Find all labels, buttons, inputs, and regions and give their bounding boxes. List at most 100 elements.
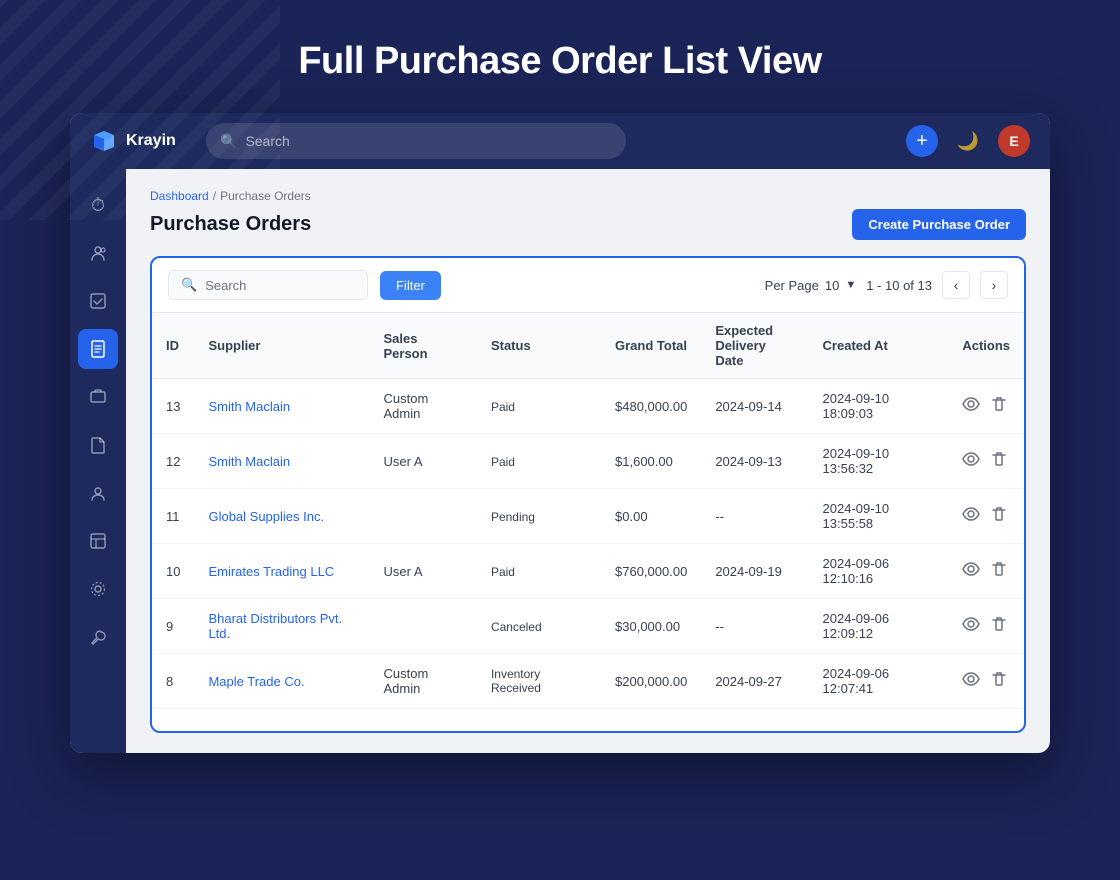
status-badge: Inventory Received <box>491 667 587 695</box>
cell-status: Canceled <box>477 599 601 654</box>
cell-created-at: 2024-09-06 12:10:16 <box>809 544 949 599</box>
col-id: ID <box>152 313 194 379</box>
view-icon[interactable] <box>962 395 980 418</box>
cell-id: 10 <box>152 544 194 599</box>
per-page-chevron-icon[interactable]: ▼ <box>845 279 856 291</box>
per-page-value: 10 <box>825 278 839 293</box>
sidebar-item-dashboard[interactable]: ⏱ <box>78 185 118 225</box>
delete-icon[interactable] <box>990 670 1008 693</box>
table-card: 🔍 Search Filter Per Page 10 ▼ 1 - 10 of … <box>150 256 1026 733</box>
delete-icon[interactable] <box>990 505 1008 528</box>
cell-actions <box>948 434 1024 489</box>
view-icon[interactable] <box>962 670 980 693</box>
status-badge: Paid <box>491 565 515 579</box>
table-search-bar[interactable]: 🔍 Search <box>168 270 368 300</box>
prev-page-button[interactable]: ‹ <box>942 271 970 299</box>
sidebar-item-contacts[interactable] <box>78 233 118 273</box>
cell-id: 9 <box>152 599 194 654</box>
col-actions: Actions <box>948 313 1024 379</box>
cell-expected-delivery: -- <box>701 489 808 544</box>
page-bg-title: Full Purchase Order List View <box>0 40 1120 83</box>
create-purchase-order-button[interactable]: Create Purchase Order <box>852 209 1026 240</box>
status-badge: Paid <box>491 400 515 414</box>
sidebar-item-tools[interactable] <box>78 617 118 657</box>
cell-id: 12 <box>152 434 194 489</box>
sidebar-item-tasks[interactable] <box>78 281 118 321</box>
cell-sales-person: User A <box>369 544 476 599</box>
page-title: Purchase Orders <box>150 213 311 236</box>
table-row: 9 Bharat Distributors Pvt. Ltd. Canceled… <box>152 599 1024 654</box>
cell-id: 8 <box>152 654 194 709</box>
view-icon[interactable] <box>962 560 980 583</box>
status-badge: Canceled <box>491 620 542 634</box>
breadcrumb-home[interactable]: Dashboard <box>150 189 209 203</box>
cell-grand-total: $1,600.00 <box>601 434 701 489</box>
breadcrumb-current: Purchase Orders <box>220 189 311 203</box>
supplier-link[interactable]: Smith Maclain <box>208 399 290 414</box>
global-search-bar[interactable]: 🔍 Search <box>206 123 626 159</box>
nav-actions: + 🌙 E <box>906 125 1030 157</box>
user-avatar[interactable]: E <box>998 125 1030 157</box>
table-header-row: ID Supplier Sales Person Status Grand To… <box>152 313 1024 379</box>
col-status: Status <box>477 313 601 379</box>
cell-sales-person: User A <box>369 434 476 489</box>
status-badge: Paid <box>491 455 515 469</box>
delete-icon[interactable] <box>990 560 1008 583</box>
cell-supplier: Emirates Trading LLC <box>194 544 369 599</box>
cell-status: Paid <box>477 434 601 489</box>
logo-text: Krayin <box>126 132 176 150</box>
breadcrumb-separator: / <box>213 189 216 203</box>
page-header: Purchase Orders Create Purchase Order <box>150 209 1026 240</box>
cell-id: 11 <box>152 489 194 544</box>
sidebar-item-inventory[interactable] <box>78 521 118 561</box>
cell-sales-person: Custom Admin <box>369 654 476 709</box>
cell-actions <box>948 654 1024 709</box>
cell-status: Pending <box>477 489 601 544</box>
cell-grand-total: $480,000.00 <box>601 379 701 434</box>
pagination-text: 1 - 10 of 13 <box>866 278 932 293</box>
delete-icon[interactable] <box>990 615 1008 638</box>
filter-button[interactable]: Filter <box>380 271 441 300</box>
cell-expected-delivery: 2024-09-19 <box>701 544 808 599</box>
sidebar-item-settings[interactable] <box>78 569 118 609</box>
cell-actions <box>948 599 1024 654</box>
cell-actions <box>948 489 1024 544</box>
sidebar-item-users[interactable] <box>78 473 118 513</box>
theme-toggle[interactable]: 🌙 <box>952 125 984 157</box>
data-table: ID Supplier Sales Person Status Grand To… <box>152 313 1024 731</box>
cell-supplier: Bharat Distributors Pvt. Ltd. <box>194 599 369 654</box>
sidebar-item-documents[interactable] <box>78 425 118 465</box>
breadcrumb: Dashboard / Purchase Orders <box>150 189 1026 203</box>
cell-expected-delivery: 2024-09-27 <box>701 654 808 709</box>
delete-icon[interactable] <box>990 395 1008 418</box>
view-icon[interactable] <box>962 615 980 638</box>
view-icon[interactable] <box>962 505 980 528</box>
cell-created-at: 2024-09-06 12:09:12 <box>809 599 949 654</box>
cell-expected-delivery: -- <box>701 599 808 654</box>
next-page-button[interactable]: › <box>980 271 1008 299</box>
supplier-link[interactable]: Maple Trade Co. <box>208 674 304 689</box>
cell-supplier: Smith Maclain <box>194 379 369 434</box>
table-row: 13 Smith Maclain Custom Admin Paid $480,… <box>152 379 1024 434</box>
supplier-link[interactable]: Smith Maclain <box>208 454 290 469</box>
cell-supplier: Smith Maclain <box>194 434 369 489</box>
delete-icon[interactable] <box>990 450 1008 473</box>
supplier-link[interactable]: Bharat Distributors Pvt. Ltd. <box>208 611 342 641</box>
cell-status: Paid <box>477 544 601 599</box>
cell-created-at: 2024-09-10 13:55:58 <box>809 489 949 544</box>
sidebar-item-products[interactable] <box>78 377 118 417</box>
supplier-link[interactable]: Emirates Trading LLC <box>208 564 334 579</box>
cell-expected-delivery: 2024-09-14 <box>701 379 808 434</box>
main-layout: ⏱ <box>70 169 1050 753</box>
cell-created-at: 2024-09-06 12:07:41 <box>809 654 949 709</box>
supplier-link[interactable]: Global Supplies Inc. <box>208 509 324 524</box>
add-button[interactable]: + <box>906 125 938 157</box>
logo: Krayin <box>90 127 190 155</box>
cell-actions <box>948 544 1024 599</box>
cell-sales-person: Custom Admin <box>369 379 476 434</box>
cell-expected-delivery: 2024-09-13 <box>701 434 808 489</box>
view-icon[interactable] <box>962 450 980 473</box>
search-icon: 🔍 <box>220 133 237 150</box>
per-page-label: Per Page <box>765 278 819 293</box>
sidebar-item-purchase-orders[interactable] <box>78 329 118 369</box>
